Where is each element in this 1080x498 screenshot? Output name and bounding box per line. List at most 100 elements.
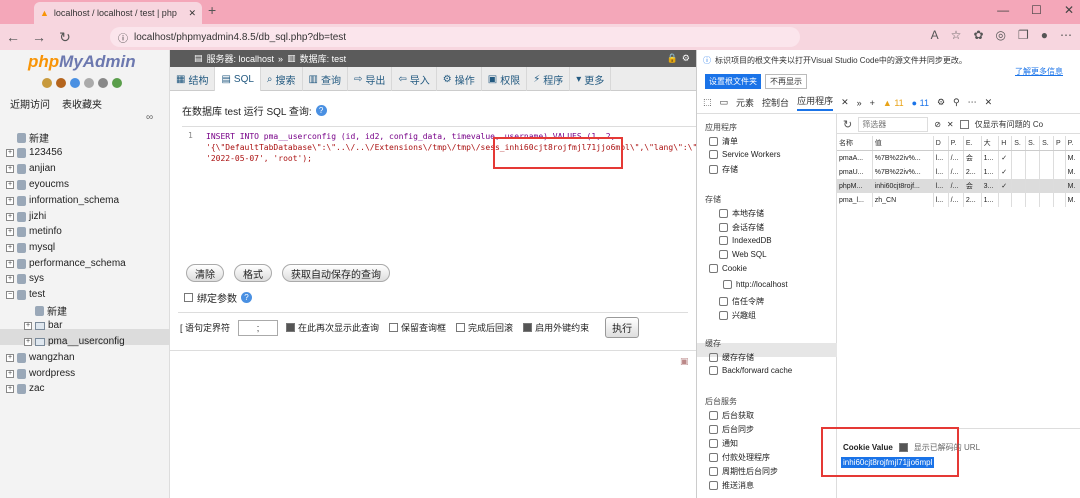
new-tab-icon[interactable]: + [208,2,216,18]
option-1[interactable]: 保留查询框 [389,321,446,334]
nav-app_items-0[interactable]: 清单 [709,136,738,147]
console-icon[interactable]: ▣ [680,356,689,367]
tree-item[interactable]: − test [6,287,45,302]
nav-app_items-2[interactable]: 存储 [709,164,738,175]
more-tabs-icon[interactable]: » [857,98,862,108]
col-header[interactable]: 值 [872,136,934,151]
tab-5[interactable]: ⇦ 导入 [392,67,437,91]
tab-close-icon[interactable]: ✕ [188,8,196,19]
logout-icon[interactable] [56,78,66,88]
tab-7[interactable]: ▣ 权限 [482,67,528,91]
close-tab-icon[interactable]: ✕ [841,97,849,108]
expand-icon[interactable]: + [6,227,14,236]
tree-item[interactable]: + wangzhan [6,350,75,365]
reload-nav-icon[interactable] [112,78,122,88]
nav-storage_items-0[interactable]: 本地存储 [719,208,764,219]
nav-cache_items-0[interactable]: 缓存存储 [709,352,754,363]
cookie-row[interactable]: pmaA... %7B%22iv%... l.../... 会 1... ✓ M. [837,150,1080,165]
info-badge[interactable]: ● 11 [912,98,929,108]
tab-1[interactable]: ▤ SQL [215,67,261,91]
tree-item[interactable]: + wordpress [6,366,75,381]
nav-app_items-1[interactable]: Service Workers [709,150,781,159]
tree-item[interactable]: + bar [24,318,62,333]
tab-6[interactable]: ⚙ 操作 [437,67,482,91]
col-header[interactable]: S. [1039,136,1055,151]
option-checkbox[interactable] [389,323,399,332]
help-icon[interactable] [70,78,80,88]
expand-icon[interactable]: + [6,369,14,378]
help-icon[interactable]: ? [315,104,327,116]
nav-storage_items-4[interactable]: Cookie [709,264,747,273]
tab-console[interactable]: 控制台 [762,96,789,109]
tab-8[interactable]: ⚡ 程序 [527,67,571,91]
expand-icon[interactable]: + [6,196,14,205]
nav-bg_items-0[interactable]: 后台获取 [709,410,754,421]
option-checkbox[interactable] [456,323,466,332]
tree-item[interactable]: + zac [6,381,45,396]
tab-2[interactable]: ⌕ 搜索 [261,67,303,91]
expand-icon[interactable]: + [6,148,14,157]
url-field[interactable]: ⓘ localhost/phpmyadmin4.8.5/db_sql.php?d… [110,27,800,47]
breadcrumb-server[interactable]: 服务器: localhost [207,52,275,65]
format-button[interactable]: 格式 [234,264,272,282]
option-checkbox[interactable] [523,323,533,332]
only-issues-checkbox[interactable] [959,120,969,129]
breadcrumb-db[interactable]: 数据库: test [300,52,347,65]
refresh-icon[interactable]: ↻ [843,118,852,131]
tree-item[interactable]: + metinfo [6,224,62,239]
col-header[interactable]: P [1053,136,1066,151]
recent-link[interactable]: 近期访问 [10,96,50,111]
extension-icon[interactable]: ✿ [973,28,983,42]
add-tab-icon[interactable]: + [870,98,875,108]
back-icon[interactable]: ← [0,29,26,45]
expand-icon[interactable]: + [6,212,14,221]
home-icon[interactable] [42,78,52,88]
nav-storage_items-2[interactable]: IndexedDB [719,236,772,245]
delimiter-input[interactable]: ; [238,319,279,336]
nav-bg_items-5[interactable]: 推送消息 [709,480,754,491]
tree-item[interactable]: + anjian [6,161,56,176]
tree-item[interactable]: +123456 [6,145,62,160]
minimize-icon[interactable]: — [997,3,1009,17]
favorite-icon[interactable]: ☆ [951,28,962,42]
decoded-checkbox[interactable] [898,443,908,452]
learn-more-link[interactable]: 了解更多信息 [1015,66,1063,77]
nav-storage_items-5[interactable]: http://localhost [723,280,788,289]
option-2[interactable]: 完成后回滚 [456,321,513,334]
tab-application[interactable]: 应用程序 [797,94,834,111]
device-icon[interactable]: ▭ [720,97,729,108]
tree-item[interactable]: 新建 [6,130,49,145]
browser-tab[interactable]: ▲ localhost / localhost / test | php ✕ [34,2,202,24]
tab-3[interactable]: ▥ 查询 [303,67,348,91]
tree-item[interactable]: + performance_schema [6,256,126,271]
tree-item[interactable]: + sys [6,271,44,286]
tree-item[interactable]: + pma__userconfig [24,334,125,349]
forward-icon[interactable]: → [26,29,52,45]
expand-icon[interactable]: + [6,384,14,393]
tree-item[interactable]: + information_schema [6,193,119,208]
dismiss-button[interactable]: 不再显示 [765,74,807,89]
nav-storage_items-7[interactable]: 兴趣组 [719,310,756,321]
col-header[interactable]: 名称 [837,136,873,151]
col-header[interactable]: S. [1025,136,1041,151]
expand-icon[interactable]: + [6,164,14,173]
warning-badge[interactable]: ▲ 11 [883,98,904,108]
col-header[interactable]: E. [963,136,982,151]
profile-icon[interactable]: ● [1041,28,1048,42]
option-checkbox[interactable] [286,323,296,332]
cookie-row[interactable]: pma_l... zh_CN l.../... 2... 1... M. [837,193,1080,207]
expand-icon[interactable]: + [6,259,14,268]
autosave-button[interactable]: 获取自动保存的查询 [282,264,390,282]
connect-icon[interactable]: ⚲ [953,97,960,108]
expand-icon[interactable]: + [6,353,14,362]
bind-params-checkbox[interactable] [184,293,193,302]
nav-cache_items-1[interactable]: Back/forward cache [709,366,792,375]
tab-elements[interactable]: 元素 [736,96,754,109]
filter-input[interactable]: 筛选器 [858,117,929,132]
tab-9[interactable]: ▾ 更多 [570,67,612,91]
col-header[interactable]: S. [1011,136,1027,151]
settings-icon[interactable] [98,78,108,88]
tab-4[interactable]: ⇨ 导出 [348,67,393,91]
col-header[interactable]: P. [948,136,964,151]
favorites-link[interactable]: 表收藏夹 [62,96,102,111]
